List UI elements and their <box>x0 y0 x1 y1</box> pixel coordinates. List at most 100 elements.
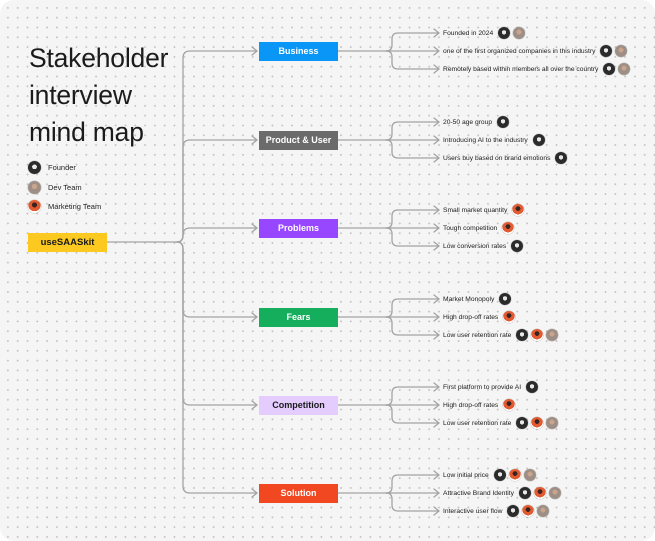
root-node[interactable]: useSAASkit <box>28 233 107 252</box>
legend-label: Founder <box>48 162 76 172</box>
leaf-connector <box>385 474 440 494</box>
dev-avatar-icon <box>513 27 526 39</box>
leaf-text: Tough competition <box>443 224 498 232</box>
dev-avatar-icon <box>615 45 628 57</box>
dev-avatar-icon <box>618 63 631 75</box>
leaf-text: Small market quantity <box>443 206 508 214</box>
title-line: interview <box>29 80 132 110</box>
leaf-text: High drop-off rates <box>443 313 499 321</box>
leaf-text: High drop-off rates <box>443 401 499 409</box>
founder-avatar-icon <box>603 63 616 75</box>
branch-connector <box>176 241 258 406</box>
branch-node-problems[interactable]: Problems <box>259 218 338 238</box>
founder-avatar-icon <box>507 505 520 517</box>
founder-avatar-icon <box>532 134 545 146</box>
leaf-node[interactable]: High drop-off rates <box>443 398 518 412</box>
leaf-node[interactable]: Market Monopoly <box>443 292 514 306</box>
leaf-node[interactable]: Low initial price <box>443 468 539 482</box>
founder-avatar-icon <box>28 160 41 174</box>
leaf-text: Remotely based within members all over t… <box>443 65 599 73</box>
leaf-node[interactable]: Users buy based on brand emotions <box>443 151 570 165</box>
marketing-avatar-icon <box>531 329 544 341</box>
leaf-node[interactable]: Interactive user flow <box>443 504 552 518</box>
branch-node-competition[interactable]: Competition <box>259 395 338 415</box>
leaf-connector <box>385 298 440 318</box>
marketing-avatar-icon <box>503 399 516 411</box>
leaf-text: Attractive Brand Identity <box>443 489 514 497</box>
leaf-node[interactable]: Low user retention rate <box>443 328 561 342</box>
branch-connector <box>176 227 258 243</box>
leaf-text: First platform to provide AI <box>443 383 522 391</box>
leaf-connector <box>385 492 440 512</box>
branch-node-solution[interactable]: Solution <box>259 483 338 503</box>
dev-avatar-icon <box>546 417 559 429</box>
dev-avatar-icon <box>537 505 550 517</box>
marketing-avatar-icon <box>534 487 546 499</box>
leaf-node[interactable]: Small market quantity <box>443 203 527 217</box>
marketing-team-avatar-icon <box>28 199 41 213</box>
leaf-connector <box>385 32 440 52</box>
marketing-avatar-icon <box>508 469 521 481</box>
legend-item-founder: Founder <box>28 159 76 175</box>
leaf-connector <box>385 121 440 141</box>
leaf-node[interactable]: Low user retention rate <box>443 416 561 430</box>
marketing-avatar-icon <box>512 204 525 216</box>
founder-avatar-icon <box>555 152 568 164</box>
leaf-text: Low initial price <box>443 471 489 479</box>
leaf-node[interactable]: Attractive Brand Identity <box>443 486 564 500</box>
leaf-text: Founded in 2024 <box>443 29 494 37</box>
leaf-node[interactable]: Founded in 2024 <box>443 26 528 40</box>
leaf-connector <box>385 50 440 70</box>
founder-avatar-icon <box>511 240 524 252</box>
branch-connector <box>176 139 258 243</box>
leaf-text: Low conversion rates <box>443 242 507 250</box>
leaf-node[interactable]: Remotely based within members all over t… <box>443 62 633 76</box>
founder-avatar-icon <box>526 381 539 393</box>
leaf-text: Market Monopoly <box>443 295 495 303</box>
leaf-node[interactable]: Low conversion rates <box>443 239 526 253</box>
title-line: Stakeholder <box>29 43 169 73</box>
page-title: Stakeholder interview mind map <box>29 40 168 151</box>
branch-connector <box>176 241 258 318</box>
marketing-avatar-icon <box>522 505 535 517</box>
leaf-text: Introducing AI to the industry <box>443 136 528 144</box>
founder-avatar-icon <box>493 469 506 481</box>
leaf-node[interactable]: 20-50 age group <box>443 115 512 129</box>
dev-team-avatar-icon <box>28 180 41 194</box>
leaf-text: one of the first organized companies in … <box>443 47 596 55</box>
dev-avatar-icon <box>546 329 559 341</box>
leaf-connector <box>385 404 440 424</box>
leaf-node[interactable]: Tough competition <box>443 221 517 235</box>
leaf-node[interactable]: High drop-off rates <box>443 310 518 324</box>
leaf-text: Low user retention rate <box>443 419 512 427</box>
founder-avatar-icon <box>497 116 510 128</box>
title-line: mind map <box>29 117 144 147</box>
leaf-text: 20-50 age group <box>443 118 493 126</box>
legend-item-dev-team: Dev Team <box>28 179 82 195</box>
mind-map-canvas[interactable]: Stakeholder interview mind map Founder D… <box>0 0 655 541</box>
leaf-connector <box>385 209 440 229</box>
dev-avatar-icon <box>549 487 561 499</box>
legend-item-marketing-team: Marketing Team <box>28 198 101 214</box>
founder-avatar-icon <box>600 45 613 57</box>
branch-node-product-user[interactable]: Product & User <box>259 130 338 150</box>
leaf-text: Interactive user flow <box>443 507 503 515</box>
founder-avatar-icon <box>516 417 529 429</box>
leaf-connector <box>385 386 440 406</box>
branch-node-fears[interactable]: Fears <box>259 307 338 327</box>
leaf-node[interactable]: one of the first organized companies in … <box>443 44 630 58</box>
leaf-connector <box>385 316 440 336</box>
legend-label: Marketing Team <box>48 201 102 211</box>
leaf-text: Low user retention rate <box>443 331 512 339</box>
leaf-text: Users buy based on brand emotions <box>443 154 551 162</box>
leaf-node[interactable]: Introducing AI to the industry <box>443 133 548 147</box>
branch-connector <box>176 50 258 243</box>
leaf-connector <box>385 227 440 247</box>
marketing-avatar-icon <box>503 311 516 323</box>
legend-label: Dev Team <box>48 182 82 192</box>
leaf-node[interactable]: First platform to provide AI <box>443 380 541 394</box>
marketing-avatar-icon <box>502 222 515 234</box>
dev-avatar-icon <box>523 469 536 481</box>
branch-node-business[interactable]: Business <box>259 41 338 61</box>
branch-connector <box>176 241 258 494</box>
